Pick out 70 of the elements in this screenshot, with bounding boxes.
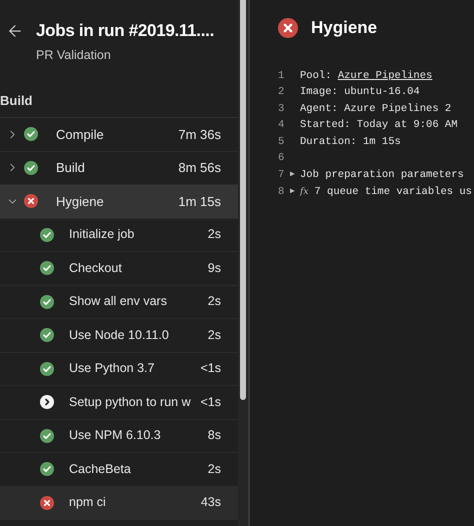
job-name: Compile	[56, 126, 105, 144]
success-check-icon	[40, 428, 54, 443]
step-duration: 9s	[206, 260, 222, 277]
failed-x-icon	[278, 18, 298, 38]
step-name: Initialize job	[69, 226, 136, 244]
step-row[interactable]: Use NPM 6.10.3 8s	[0, 420, 238, 453]
step-name: Show all env vars	[69, 293, 168, 310]
log-text: Pool:	[300, 68, 333, 84]
log-text: 7 queue time variables us	[314, 184, 472, 200]
line-number: 5	[278, 134, 286, 150]
step-duration: 2s	[206, 460, 222, 478]
job-duration: 1m 15s	[178, 192, 222, 210]
failed-x-icon	[40, 496, 54, 510]
stage-name: Build	[0, 92, 32, 110]
scrollbar-thumb[interactable]	[240, 0, 246, 400]
pool-link[interactable]: Azure Pipelines	[338, 68, 432, 84]
step-name: Use Python 3.7	[69, 360, 156, 378]
page-subtitle: PR Validation	[36, 47, 112, 64]
step-name: Use NPM 6.10.3	[69, 427, 162, 444]
expand-arrow[interactable]: ▶	[290, 167, 300, 184]
step-row[interactable]: npm ci 43s	[0, 486, 238, 520]
success-check-icon	[24, 160, 38, 175]
job-name: Hygiene	[56, 192, 105, 211]
step-row[interactable]: Use Node 10.11.0 2s	[0, 319, 238, 352]
step-name: Use Node 10.11.0	[69, 326, 170, 344]
success-check-icon	[40, 462, 54, 476]
step-row[interactable]: Use Python 3.7 <1s	[0, 352, 238, 386]
step-row[interactable]: Checkout 9s	[0, 252, 238, 286]
step-name: Checkout	[69, 260, 123, 277]
failed-x-icon	[24, 194, 38, 208]
success-check-icon	[24, 127, 38, 142]
step-duration: <1s	[199, 394, 222, 411]
job-row[interactable]: Compile 7m 36s	[0, 118, 238, 152]
line-number: 8	[278, 184, 286, 200]
success-check-icon	[40, 294, 54, 309]
job-duration: 7m 36s	[178, 126, 222, 144]
step-duration: <1s	[199, 360, 222, 378]
step-name: Setup python to run w	[69, 394, 192, 411]
step-row[interactable]: Show all env vars 2s	[0, 286, 238, 319]
page-title: Jobs in run #2019.11....	[36, 20, 214, 42]
step-row[interactable]: Initialize job 2s	[0, 218, 238, 252]
success-check-icon	[40, 228, 54, 242]
success-check-icon	[40, 328, 54, 342]
log-text: Agent: Azure Pipelines 2	[300, 102, 452, 117]
step-duration: 8s	[206, 427, 222, 444]
line-number: 4	[278, 118, 286, 134]
line-number: 7	[278, 168, 286, 184]
expand-arrow[interactable]: ▶	[290, 184, 300, 200]
job-row[interactable]: Hygiene 1m 15s	[0, 185, 238, 218]
step-duration: 2s	[206, 326, 222, 344]
line-number: 6	[278, 151, 286, 166]
step-duration: 43s	[200, 494, 222, 512]
line-number: 1	[278, 68, 286, 84]
fx-label: fx	[300, 186, 308, 199]
log-text: Duration: 1m 15s	[300, 134, 401, 150]
step-name: npm ci	[69, 494, 107, 512]
step-row[interactable]: Setup python to run w <1s	[0, 386, 238, 420]
log-text: Started: Today at 9:06 AM	[300, 118, 458, 134]
line-number: 3	[278, 102, 286, 117]
detail-title: Hygiene	[311, 17, 378, 39]
job-name: Build	[56, 159, 86, 177]
success-check-icon	[40, 362, 54, 376]
job-duration: 8m 56s	[178, 159, 222, 177]
success-check-icon	[40, 261, 54, 276]
step-duration: 2s	[206, 226, 222, 244]
log-text: Image: ubuntu-16.04	[300, 85, 420, 100]
log-text: Job preparation parameters	[300, 168, 464, 184]
step-name: CacheBeta	[69, 460, 132, 478]
step-duration: 2s	[206, 293, 222, 310]
line-number: 2	[278, 85, 286, 100]
